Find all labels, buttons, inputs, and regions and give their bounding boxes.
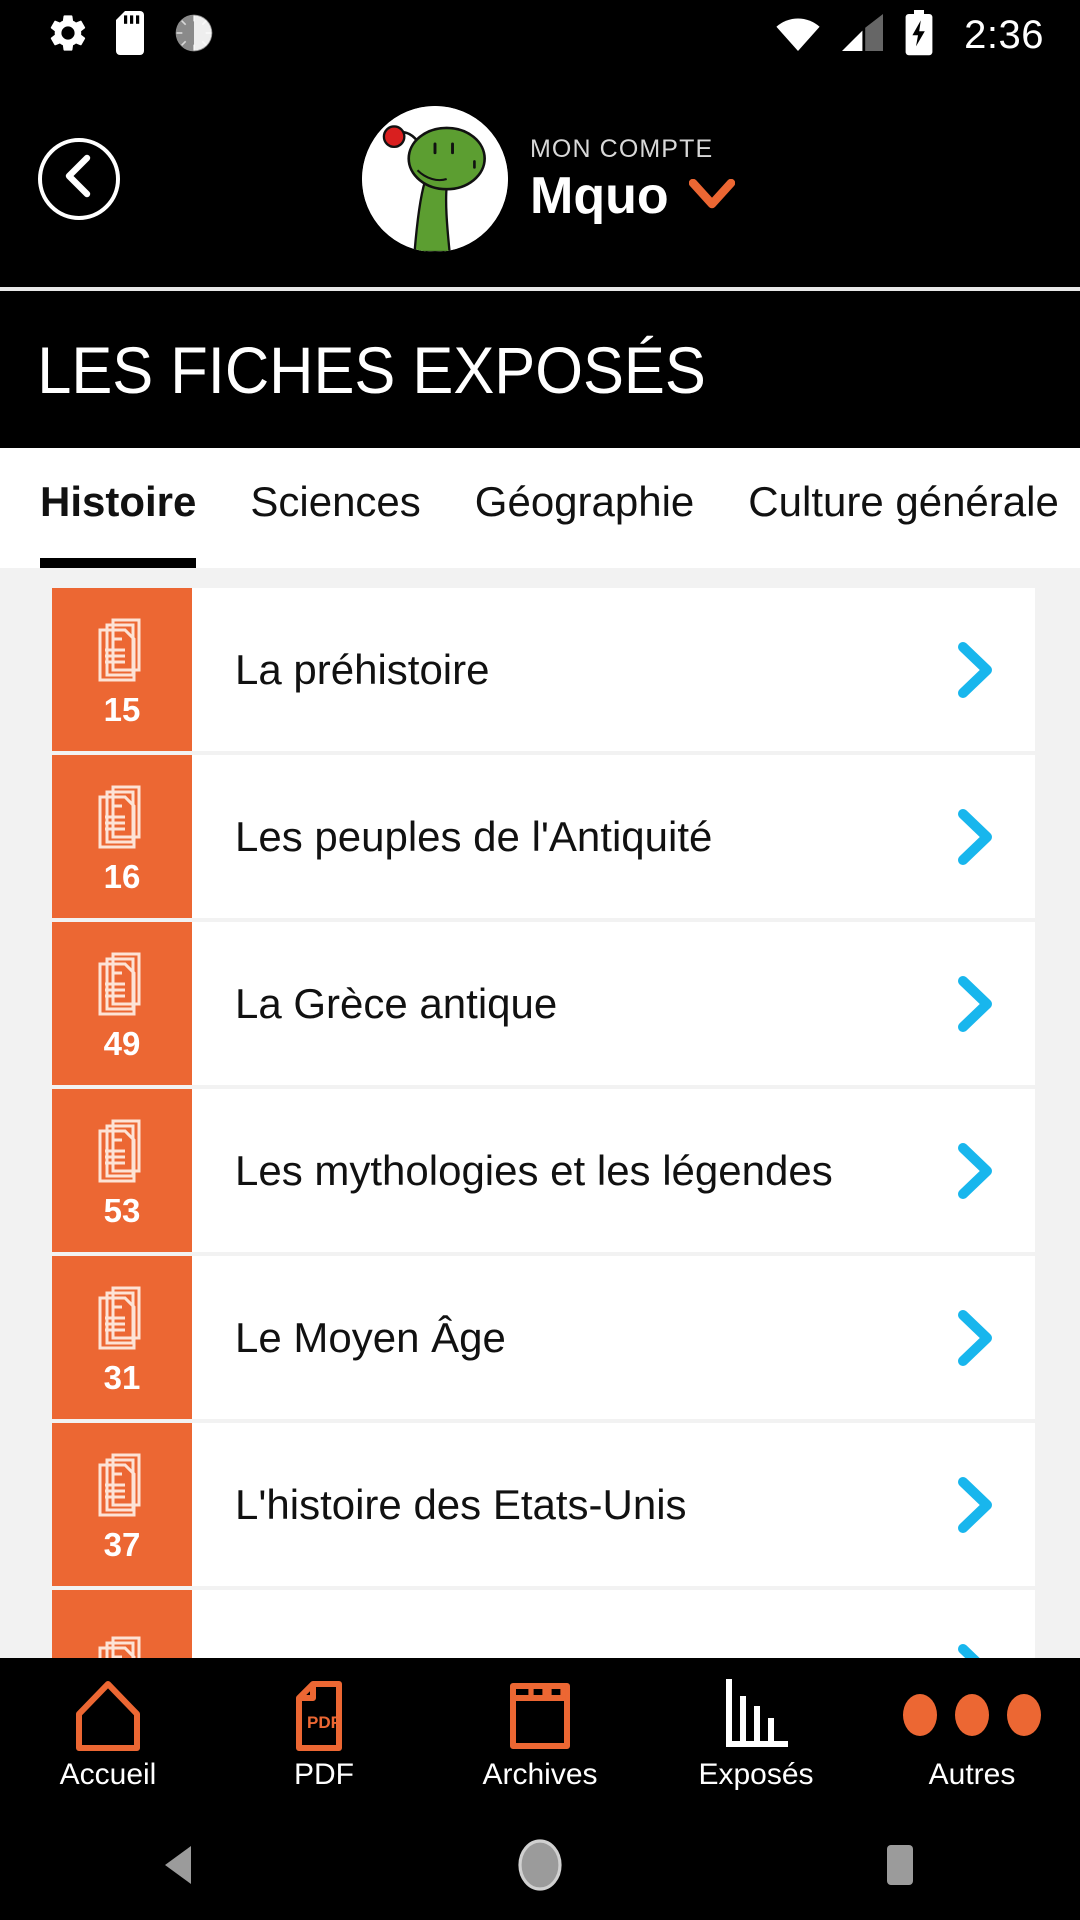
home-icon xyxy=(73,1678,143,1752)
stacked-documents-icon xyxy=(91,948,153,1021)
sd-card-icon xyxy=(116,10,148,60)
row-count-badge: 16 xyxy=(52,755,192,918)
row-title: L'histoire des Etats-Unis xyxy=(235,1480,687,1528)
account-name-row[interactable]: Mquo xyxy=(530,170,735,222)
row-count-badge xyxy=(52,1590,192,1658)
nav-label: Exposés xyxy=(698,1758,814,1791)
battery-charging-icon xyxy=(904,9,934,61)
dial-icon xyxy=(174,13,214,58)
chevron-left-icon xyxy=(59,154,99,203)
row-title: La Grèce antique xyxy=(235,979,558,1027)
cellular-signal-icon xyxy=(842,13,884,57)
stacked-documents-icon xyxy=(91,1115,153,1188)
archive-box-icon xyxy=(505,1678,575,1752)
chevron-right-icon[interactable] xyxy=(915,1590,1035,1658)
dot xyxy=(903,1694,937,1736)
bar-chart-icon xyxy=(721,1678,791,1752)
table-row[interactable]: 53 Les mythologies et les légendes xyxy=(52,1089,1035,1252)
row-count-badge: 31 xyxy=(52,1256,192,1419)
dot xyxy=(1007,1694,1041,1736)
row-count: 49 xyxy=(103,1024,141,1062)
more-dots-icon xyxy=(903,1678,1041,1752)
account-header: MON COMPTE Mquo xyxy=(0,70,1080,287)
fiches-list-inner: 15 La préhistoire 16 Les peuples de l'An… xyxy=(0,568,1080,1658)
status-bar-right-icons: 2:36 xyxy=(774,9,1080,61)
chevron-right-icon[interactable] xyxy=(915,588,1035,751)
row-count: 53 xyxy=(103,1191,141,1229)
table-row[interactable]: 37 L'histoire des Etats-Unis xyxy=(52,1423,1035,1586)
category-tabs[interactable]: Histoire Sciences Géographie Culture gén… xyxy=(0,448,1080,568)
table-row[interactable]: 16 Les peuples de l'Antiquité xyxy=(52,755,1035,918)
account-text: MON COMPTE Mquo xyxy=(530,135,735,222)
table-row[interactable]: 31 Le Moyen Âge xyxy=(52,1256,1035,1419)
stacked-documents-icon xyxy=(91,1632,153,1658)
chevron-right-icon[interactable] xyxy=(915,755,1035,918)
wifi-icon xyxy=(774,14,822,57)
page-title-bar: LES FICHES EXPOSÉS xyxy=(0,291,1080,448)
android-back-icon[interactable] xyxy=(80,1842,280,1888)
nav-item-autres[interactable]: Autres xyxy=(864,1658,1080,1810)
tab-label: Géographie xyxy=(474,478,695,525)
tab-geographie[interactable]: Géographie xyxy=(475,448,695,568)
pdf-file-icon: PDF xyxy=(295,1678,353,1752)
android-navigation-bar[interactable] xyxy=(0,1810,1080,1920)
nav-item-pdf[interactable]: PDF PDF xyxy=(216,1658,432,1810)
row-count-badge: 49 xyxy=(52,922,192,1085)
row-count-badge: 53 xyxy=(52,1089,192,1252)
tab-label: Histoire xyxy=(40,478,197,525)
nav-item-accueil[interactable]: Accueil xyxy=(0,1658,216,1810)
table-row[interactable]: 49 La Grèce antique xyxy=(52,922,1035,1085)
nav-item-archives[interactable]: Archives xyxy=(432,1658,648,1810)
svg-text:PDF: PDF xyxy=(307,1713,341,1732)
row-title: Les peuples de l'Antiquité xyxy=(235,812,713,860)
status-bar-clock: 2:36 xyxy=(964,12,1044,57)
row-title: Les mythologies et les légendes xyxy=(235,1146,833,1194)
stacked-documents-icon xyxy=(91,614,153,687)
status-bar-left-icons xyxy=(0,10,214,60)
fiches-list[interactable]: 15 La préhistoire 16 Les peuples de l'An… xyxy=(0,568,1080,1658)
stacked-documents-icon xyxy=(91,1282,153,1355)
settings-gear-icon xyxy=(46,11,90,60)
page-title: LES FICHES EXPOSÉS xyxy=(37,332,706,407)
nav-item-exposes[interactable]: Exposés xyxy=(648,1658,864,1810)
row-count: 37 xyxy=(103,1525,141,1563)
tab-label: Culture générale xyxy=(748,478,1059,525)
row-count: 16 xyxy=(103,857,141,895)
nav-label: Autres xyxy=(928,1758,1016,1791)
row-count-badge: 37 xyxy=(52,1423,192,1586)
android-home-icon[interactable] xyxy=(440,1837,640,1893)
row-count-badge: 15 xyxy=(52,588,192,751)
android-recents-icon[interactable] xyxy=(800,1843,1000,1887)
row-title: Le Moyen Âge xyxy=(235,1313,506,1361)
table-row[interactable]: 15 La préhistoire xyxy=(52,588,1035,751)
chevron-right-icon[interactable] xyxy=(915,1256,1035,1419)
status-bar: 2:36 xyxy=(0,0,1080,70)
chevron-right-icon[interactable] xyxy=(915,922,1035,1085)
back-button[interactable] xyxy=(38,137,120,220)
account-name: Mquo xyxy=(530,167,669,225)
account-selector[interactable]: MON COMPTE Mquo xyxy=(362,105,735,252)
account-label: MON COMPTE xyxy=(530,135,714,163)
nav-label: Archives xyxy=(482,1758,598,1791)
chevron-down-icon[interactable] xyxy=(688,178,735,214)
phone-screen: 2:36 MON COMPTE Mquo LES FICHES EXPOSÉS … xyxy=(0,0,1080,1920)
tab-sciences[interactable]: Sciences xyxy=(250,448,420,568)
stacked-documents-icon xyxy=(91,781,153,854)
chevron-right-icon[interactable] xyxy=(915,1423,1035,1586)
tab-culture-generale[interactable]: Culture générale xyxy=(748,448,1059,568)
row-count: 15 xyxy=(103,690,141,728)
bottom-navigation[interactable]: Accueil PDF PDF Archives Exposés Autres xyxy=(0,1658,1080,1810)
tab-label: Sciences xyxy=(250,478,421,525)
nav-label: PDF xyxy=(294,1758,354,1791)
row-title: La préhistoire xyxy=(235,645,490,693)
dot xyxy=(955,1694,989,1736)
tab-histoire[interactable]: Histoire xyxy=(40,448,197,568)
row-title xyxy=(192,1590,915,1658)
stacked-documents-icon xyxy=(91,1449,153,1522)
table-row[interactable] xyxy=(52,1590,1035,1658)
avatar xyxy=(362,105,508,252)
nav-label: Accueil xyxy=(59,1758,157,1791)
chevron-right-icon[interactable] xyxy=(915,1089,1035,1252)
row-count: 31 xyxy=(103,1358,141,1396)
